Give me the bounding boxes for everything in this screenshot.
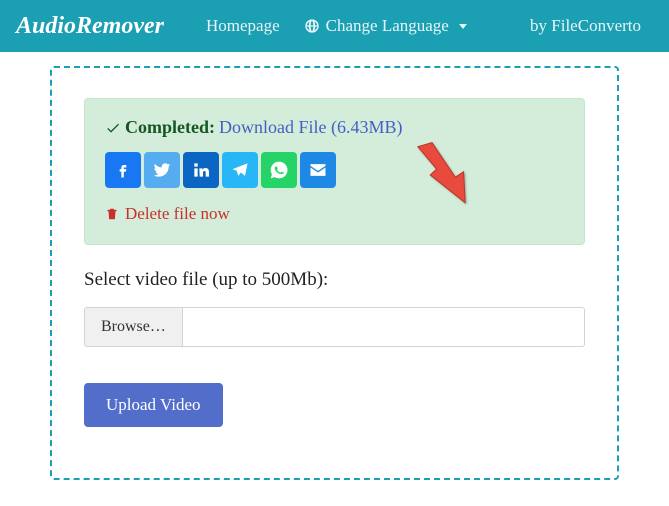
change-language-label: Change Language	[326, 16, 449, 36]
upload-panel: Completed: Download File (6.43MB)	[50, 66, 619, 480]
download-file-link[interactable]: Download File (6.43MB)	[219, 117, 403, 138]
completed-label: Completed:	[125, 117, 215, 138]
trash-icon	[105, 207, 119, 221]
delete-file-label: Delete file now	[125, 204, 230, 224]
nav-by-fileconverto[interactable]: by FileConverto	[530, 16, 641, 36]
telegram-share-button[interactable]	[222, 152, 258, 188]
globe-icon	[304, 18, 320, 34]
select-file-label: Select video file (up to 500Mb):	[84, 269, 585, 291]
navbar: AudioRemover Homepage Change Language by…	[0, 0, 669, 52]
success-alert: Completed: Download File (6.43MB)	[84, 98, 585, 245]
check-icon	[105, 120, 121, 136]
facebook-share-button[interactable]	[105, 152, 141, 188]
nav-change-language[interactable]: Change Language	[304, 16, 467, 36]
browse-button[interactable]: Browse…	[84, 307, 183, 347]
logo[interactable]: AudioRemover	[16, 13, 164, 40]
delete-file-link[interactable]: Delete file now	[105, 204, 564, 224]
linkedin-share-button[interactable]	[183, 152, 219, 188]
twitter-share-button[interactable]	[144, 152, 180, 188]
content-wrap: Completed: Download File (6.43MB)	[0, 52, 669, 480]
file-input-row: Browse…	[84, 307, 585, 347]
upload-video-button[interactable]: Upload Video	[84, 383, 223, 427]
email-share-button[interactable]	[300, 152, 336, 188]
nav-homepage[interactable]: Homepage	[206, 16, 280, 36]
whatsapp-share-button[interactable]	[261, 152, 297, 188]
social-share-row	[105, 152, 564, 188]
file-name-field[interactable]	[183, 307, 585, 347]
completed-line: Completed: Download File (6.43MB)	[105, 117, 564, 138]
chevron-down-icon	[459, 24, 467, 29]
